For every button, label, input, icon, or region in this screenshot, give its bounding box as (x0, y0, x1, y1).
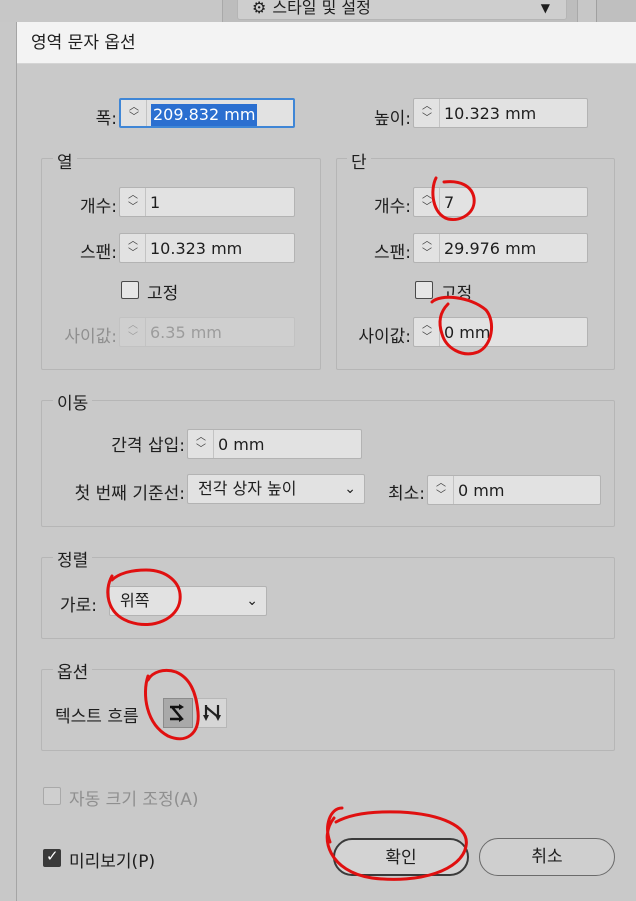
min-value[interactable]: 0 mm (458, 476, 504, 504)
stepper-up-icon[interactable]: ︿ (127, 236, 139, 248)
rows-fixed-checkbox[interactable] (121, 281, 139, 299)
columns-group-title: 단 (347, 148, 371, 173)
first-baseline-value[interactable]: 전각 상자 높이 (198, 479, 297, 498)
ok-button[interactable]: 확인 (333, 838, 469, 876)
min-stepper[interactable]: ︿ ﹀ (428, 476, 454, 504)
horizontal-align-value[interactable]: 위쪽 (120, 591, 149, 610)
horizontal-align-label: 가로: (59, 596, 97, 616)
rows-fixed-label[interactable]: 고정 (147, 279, 178, 304)
columns-span-value[interactable]: 29.976 mm (444, 234, 536, 262)
rows-gutter-input: ︿ ﹀ 6.35 mm (119, 317, 295, 347)
text-flow-by-columns-button[interactable] (197, 698, 227, 728)
rows-span-input[interactable]: ︿ ﹀ 10.323 mm (119, 233, 295, 263)
columns-span-input[interactable]: ︿ ﹀ 29.976 mm (413, 233, 588, 263)
stepper-up-icon[interactable]: ︿ (195, 432, 207, 444)
first-baseline-select[interactable]: 전각 상자 높이 ⌄ (187, 474, 365, 504)
rows-gutter-value: 6.35 mm (150, 323, 222, 342)
stepper-up-icon[interactable]: ︿ (421, 236, 433, 248)
flow-columns-icon (203, 705, 221, 721)
rows-count-value[interactable]: 1 (150, 188, 160, 216)
height-stepper[interactable]: ︿ ﹀ (414, 99, 440, 127)
rows-group-title: 열 (53, 148, 77, 173)
stepper-up-icon[interactable]: ︿ (421, 101, 433, 113)
stepper-down-icon[interactable]: ﹀ (421, 113, 433, 125)
stepper-down-icon[interactable]: ﹀ (127, 202, 139, 214)
preview-label[interactable]: 미리보기(P) (69, 847, 155, 872)
columns-fixed-checkbox[interactable] (415, 281, 433, 299)
auto-size-label: 자동 크기 조정(A) (69, 790, 199, 810)
inset-spacing-value[interactable]: 0 mm (218, 430, 264, 458)
rows-span-value[interactable]: 10.323 mm (150, 234, 242, 262)
horizontal-align-select[interactable]: 위쪽 ⌄ (109, 586, 267, 616)
offset-group-title: 이동 (53, 389, 93, 414)
columns-gutter-stepper[interactable]: ︿ ﹀ (414, 318, 440, 346)
stepper-down-icon[interactable]: ﹀ (435, 490, 447, 502)
stepper-down-icon[interactable]: ﹀ (421, 332, 433, 344)
columns-gutter-label: 사이값: (358, 327, 411, 347)
chevron-down-icon[interactable]: ⌄ (344, 475, 356, 503)
columns-count-input[interactable]: ︿ ﹀ 7 (413, 187, 588, 217)
cancel-button[interactable]: 취소 (479, 838, 615, 876)
chevron-down-icon[interactable]: ⌄ (246, 587, 258, 615)
right-strip (596, 0, 636, 22)
app-toolbar: ⚙ 스타일 및 설정 ▼ (0, 0, 636, 22)
offset-group (41, 400, 615, 527)
auto-size-checkbox (43, 787, 61, 805)
stepper-up-icon[interactable]: ︿ (127, 190, 139, 202)
columns-span-label: 스팬: (373, 243, 411, 263)
columns-count-stepper[interactable]: ︿ ﹀ (414, 188, 440, 216)
height-input[interactable]: ︿ ﹀ 10.323 mm (413, 98, 588, 128)
style-settings-label: 스타일 및 설정 (272, 0, 371, 17)
dialog-title: 영역 문자 옵션 (17, 22, 636, 64)
inset-spacing-label: 간격 삽입: (111, 436, 185, 456)
gear-icon: ⚙ (252, 0, 267, 17)
first-baseline-label: 첫 번째 기준선: (74, 484, 185, 504)
columns-gutter-value[interactable]: 0 mm (444, 318, 490, 346)
width-stepper[interactable]: ︿ ﹀ (121, 100, 147, 126)
min-input[interactable]: ︿ ﹀ 0 mm (427, 475, 601, 505)
text-flow-label: 텍스트 흐름 (55, 707, 139, 727)
rows-span-stepper[interactable]: ︿ ﹀ (120, 234, 146, 262)
height-value[interactable]: 10.323 mm (444, 99, 536, 127)
width-value[interactable]: 209.832 mm (151, 104, 258, 126)
dropdown-arrow-icon: ▼ (540, 1, 550, 15)
inset-spacing-input[interactable]: ︿ ﹀ 0 mm (187, 429, 362, 459)
alignment-group-title: 정렬 (53, 546, 93, 571)
area-type-options-dialog: 영역 문자 옵션 폭: ︿ ﹀ 209.832 mm 높이: ︿ ﹀ 10.323 … (16, 22, 636, 901)
rows-gutter-label: 사이값: (64, 327, 117, 347)
rows-gutter-stepper: ︿ ﹀ (120, 318, 146, 346)
stepper-down-icon[interactable]: ﹀ (421, 202, 433, 214)
rows-count-input[interactable]: ︿ ﹀ 1 (119, 187, 295, 217)
columns-span-stepper[interactable]: ︿ ﹀ (414, 234, 440, 262)
style-settings-button[interactable]: ⚙ 스타일 및 설정 ▼ (237, 0, 567, 20)
inset-spacing-stepper[interactable]: ︿ ﹀ (188, 430, 214, 458)
width-input[interactable]: ︿ ﹀ 209.832 mm (119, 98, 295, 128)
columns-count-label: 개수: (373, 197, 411, 217)
stepper-up-icon[interactable]: ︿ (435, 478, 447, 490)
height-label: 높이: (373, 109, 411, 129)
stepper-down-icon[interactable]: ﹀ (127, 248, 139, 260)
stepper-up-icon[interactable]: ︿ (421, 320, 433, 332)
width-label: 폭: (95, 109, 117, 129)
stepper-down-icon[interactable]: ﹀ (195, 444, 207, 456)
options-group-title: 옵션 (53, 658, 93, 683)
stepper-down-icon: ﹀ (128, 332, 138, 343)
stepper-up-icon[interactable]: ︿ (421, 190, 433, 202)
rows-span-label: 스팬: (79, 243, 117, 263)
text-flow-by-rows-button[interactable] (163, 698, 193, 728)
rows-count-stepper[interactable]: ︿ ﹀ (120, 188, 146, 216)
columns-fixed-label[interactable]: 고정 (441, 279, 472, 304)
rows-count-label: 개수: (79, 197, 117, 217)
columns-gutter-input[interactable]: ︿ ﹀ 0 mm (413, 317, 588, 347)
stepper-up-icon: ︿ (128, 320, 138, 331)
preview-checkbox[interactable] (43, 847, 61, 867)
min-label: 최소: (387, 484, 425, 504)
stepper-down-icon[interactable]: ﹀ (421, 248, 433, 260)
columns-count-value[interactable]: 7 (444, 188, 454, 216)
flow-rows-icon (170, 704, 184, 722)
stepper-down-icon[interactable]: ﹀ (128, 112, 140, 124)
